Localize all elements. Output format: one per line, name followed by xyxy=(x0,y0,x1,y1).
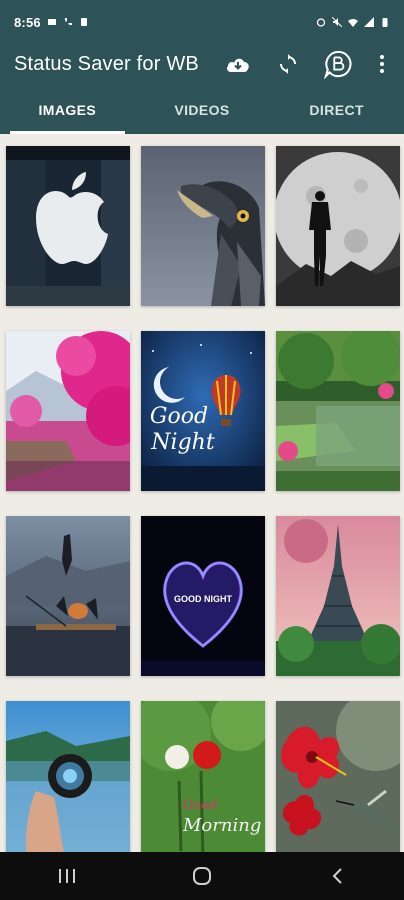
recent-apps-icon xyxy=(59,869,76,883)
home-icon xyxy=(192,867,211,885)
status-thumbnail-good-night-heart[interactable]: GOOD NIGHT xyxy=(141,516,265,676)
svg-text:GOOD NIGHT: GOOD NIGHT xyxy=(174,594,233,604)
tab-images[interactable]: IMAGES xyxy=(0,84,135,134)
svg-text:Good: Good xyxy=(150,404,208,429)
status-bar: 8:56 xyxy=(0,0,404,44)
system-nav-bar xyxy=(0,852,404,900)
svg-text:Morning: Morning xyxy=(182,815,261,836)
mute-icon xyxy=(332,17,342,27)
svg-text:Night: Night xyxy=(150,430,215,455)
sim-icon xyxy=(80,18,87,26)
battery-icon xyxy=(382,18,388,27)
tab-videos[interactable]: VIDEOS xyxy=(135,84,270,134)
whatsapp-business-icon xyxy=(47,19,56,25)
back-icon xyxy=(332,868,342,884)
status-time: 8:56 xyxy=(14,14,41,30)
status-thumbnail-moon-silhouette[interactable] xyxy=(276,146,400,306)
status-thumbnail-good-morning-roses[interactable]: Good Morning xyxy=(141,701,265,852)
tab-bar: IMAGES VIDEOS DIRECT xyxy=(0,84,404,134)
wifi-icon xyxy=(348,19,358,27)
status-thumbnail-good-night-balloon[interactable]: Good Night xyxy=(141,331,265,491)
signal-icon xyxy=(364,17,374,27)
status-thumbnail-hibiscus-hummingbird[interactable] xyxy=(276,701,400,852)
app-title: Status Saver for WB xyxy=(14,52,199,75)
status-thumbnail-apple-logo[interactable] xyxy=(6,146,130,306)
business-button[interactable] xyxy=(324,50,352,79)
status-thumbnail-eiffel-tower[interactable] xyxy=(276,516,400,676)
status-thumbnail-eagle[interactable] xyxy=(141,146,265,306)
download-icon xyxy=(227,58,249,72)
phone-icon xyxy=(64,18,72,26)
back-button[interactable] xyxy=(313,856,361,896)
svg-text:Good: Good xyxy=(183,798,217,813)
status-thumbnail-hand-lens[interactable] xyxy=(6,701,130,852)
business-icon xyxy=(324,50,352,79)
alarm-icon xyxy=(316,18,326,27)
overflow-menu-icon xyxy=(380,55,384,73)
tab-direct[interactable]: DIRECT xyxy=(269,84,404,134)
download-button[interactable] xyxy=(224,50,252,78)
home-button[interactable] xyxy=(178,856,226,896)
status-thumbnail-green-lake-garden[interactable] xyxy=(276,331,400,491)
status-image-grid: Good Night GOOD NIGHT Good Morning xyxy=(0,134,404,852)
recent-apps-button[interactable] xyxy=(43,856,91,896)
status-thumbnail-fisherman-boat[interactable] xyxy=(6,516,130,676)
app-bar: Status Saver for WB xyxy=(0,44,404,84)
overflow-menu-button[interactable] xyxy=(374,50,390,78)
status-thumbnail-pink-trees-lake[interactable] xyxy=(6,331,130,491)
sync-icon xyxy=(280,54,296,74)
sync-button[interactable] xyxy=(274,50,302,78)
